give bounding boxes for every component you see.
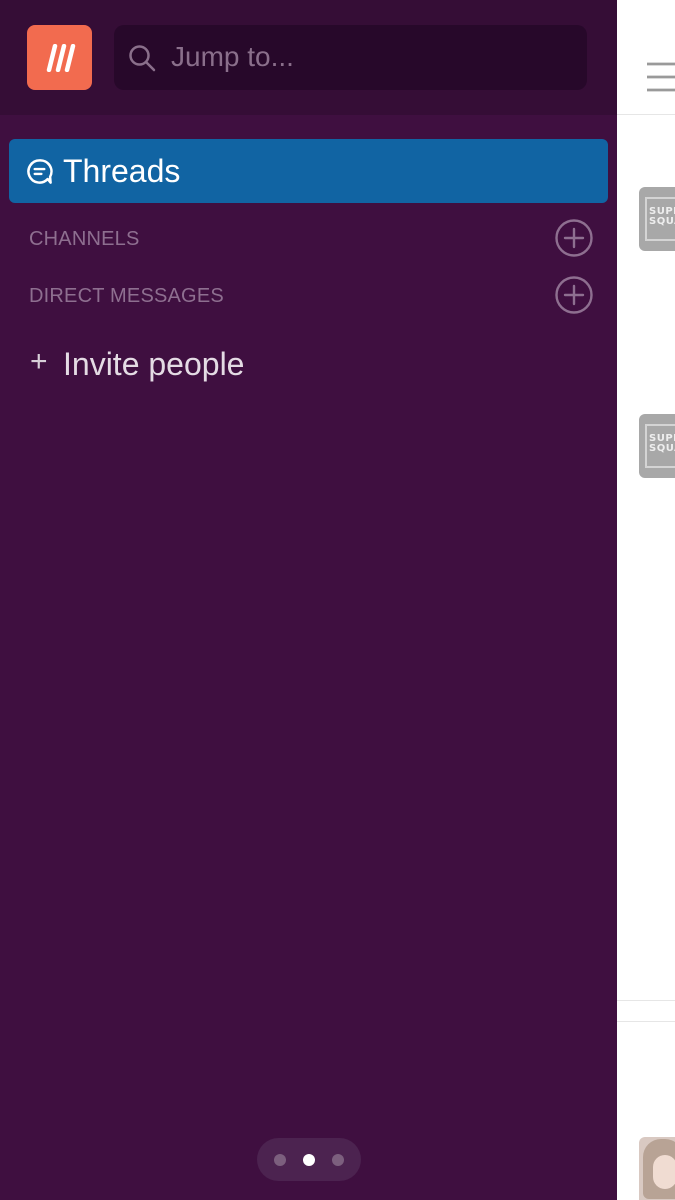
- sidebar: Jump to... Threads CHANNELS DIRECT MESSA…: [0, 0, 617, 1200]
- user-photo-avatar[interactable]: [639, 1137, 675, 1200]
- sidebar-header: Jump to...: [0, 0, 617, 115]
- message-divider: [617, 1000, 675, 1001]
- page-dot-active[interactable]: [303, 1154, 315, 1166]
- search-icon: [129, 45, 156, 72]
- workspace-slashes-icon: [46, 43, 75, 72]
- main-content-peek: SUPE SQUA SUPE SQUA: [617, 0, 675, 1200]
- avatar[interactable]: SUPE SQUA: [639, 187, 675, 251]
- add-direct-message-icon[interactable]: [555, 276, 593, 314]
- page-indicator: [257, 1138, 361, 1181]
- avatar-text: SQUA: [649, 443, 675, 454]
- add-channel-icon[interactable]: [555, 219, 593, 257]
- jump-to-search[interactable]: Jump to...: [114, 25, 587, 90]
- direct-messages-header[interactable]: DIRECT MESSAGES: [29, 284, 224, 308]
- avatar-text: SQUA: [649, 216, 675, 227]
- message-divider: [617, 1021, 675, 1022]
- channels-header[interactable]: CHANNELS: [29, 227, 140, 251]
- invite-people-label: Invite people: [63, 346, 245, 382]
- avatar[interactable]: SUPE SQUA: [639, 414, 675, 478]
- threads-label: Threads: [63, 153, 181, 189]
- header-divider: [617, 114, 675, 115]
- plus-icon: +: [30, 345, 48, 378]
- page-dot[interactable]: [274, 1154, 286, 1166]
- search-placeholder: Jump to...: [171, 41, 294, 72]
- sidebar-item-threads[interactable]: Threads: [9, 139, 608, 203]
- workspace-icon[interactable]: [27, 25, 92, 90]
- threads-icon: [27, 159, 53, 184]
- hamburger-menu-icon[interactable]: [646, 61, 675, 93]
- page-dot[interactable]: [332, 1154, 344, 1166]
